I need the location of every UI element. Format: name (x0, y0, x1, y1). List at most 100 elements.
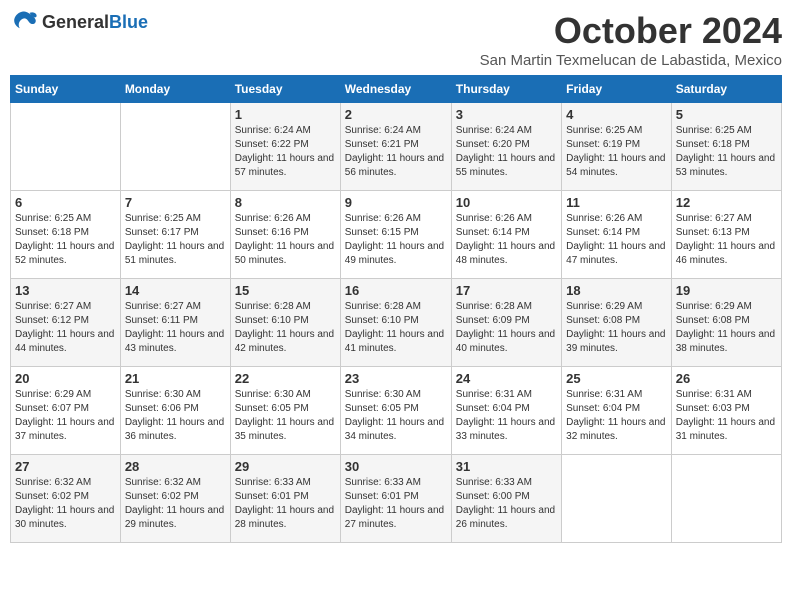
page-header: GeneralBlue October 2024 San Martin Texm… (10, 10, 782, 69)
day-info: Sunrise: 6:24 AM Sunset: 6:22 PM Dayligh… (235, 124, 336, 180)
calendar-week-row: 1 Sunrise: 6:24 AM Sunset: 6:22 PM Daylig… (11, 103, 782, 191)
day-info: Sunrise: 6:31 AM Sunset: 6:04 PM Dayligh… (566, 388, 667, 444)
day-info: Sunrise: 6:25 AM Sunset: 6:18 PM Dayligh… (15, 212, 116, 268)
calendar-cell: 26 Sunrise: 6:31 AM Sunset: 6:03 PM Dayli… (671, 367, 781, 455)
logo-general-text: General (42, 12, 109, 32)
day-info: Sunrise: 6:26 AM Sunset: 6:16 PM Dayligh… (235, 212, 336, 268)
calendar-table: SundayMondayTuesdayWednesdayThursdayFrid… (10, 75, 782, 543)
day-info: Sunrise: 6:25 AM Sunset: 6:18 PM Dayligh… (676, 124, 777, 180)
day-of-week-header: Saturday (671, 76, 781, 103)
day-number: 11 (566, 195, 667, 210)
calendar-cell: 15 Sunrise: 6:28 AM Sunset: 6:10 PM Dayli… (230, 279, 340, 367)
day-number: 28 (125, 459, 226, 474)
calendar-cell (120, 103, 230, 191)
calendar-cell: 29Sunrise: 6:33 AM Sunset: 6:01 PM Dayli… (230, 455, 340, 543)
calendar-header-row: SundayMondayTuesdayWednesdayThursdayFrid… (11, 76, 782, 103)
day-info: Sunrise: 6:30 AM Sunset: 6:06 PM Dayligh… (125, 388, 226, 444)
day-number: 13 (15, 283, 116, 298)
day-number: 8 (235, 195, 336, 210)
logo-bird-icon (10, 10, 38, 34)
location-subtitle: San Martin Texmelucan de Labastida, Mexi… (480, 52, 782, 69)
day-number: 22 (235, 371, 336, 386)
calendar-week-row: 20Sunrise: 6:29 AM Sunset: 6:07 PM Dayli… (11, 367, 782, 455)
calendar-cell: 8 Sunrise: 6:26 AM Sunset: 6:16 PM Daylig… (230, 191, 340, 279)
day-info: Sunrise: 6:33 AM Sunset: 6:01 PM Dayligh… (235, 476, 336, 532)
day-of-week-header: Sunday (11, 76, 121, 103)
calendar-cell: 13 Sunrise: 6:27 AM Sunset: 6:12 PM Dayli… (11, 279, 121, 367)
calendar-cell: 16 Sunrise: 6:28 AM Sunset: 6:10 PM Dayli… (340, 279, 451, 367)
calendar-cell: 21 Sunrise: 6:30 AM Sunset: 6:06 PM Dayli… (120, 367, 230, 455)
calendar-cell: 22 Sunrise: 6:30 AM Sunset: 6:05 PM Dayli… (230, 367, 340, 455)
day-number: 4 (566, 107, 667, 122)
calendar-cell: 11 Sunrise: 6:26 AM Sunset: 6:14 PM Dayli… (562, 191, 672, 279)
day-of-week-header: Thursday (451, 76, 561, 103)
day-number: 3 (456, 107, 557, 122)
day-info: Sunrise: 6:29 AM Sunset: 6:08 PM Dayligh… (566, 300, 667, 356)
day-info: Sunrise: 6:29 AM Sunset: 6:07 PM Dayligh… (15, 388, 116, 444)
day-info: Sunrise: 6:24 AM Sunset: 6:20 PM Dayligh… (456, 124, 557, 180)
day-number: 19 (676, 283, 777, 298)
day-number: 2 (345, 107, 447, 122)
calendar-cell: 6Sunrise: 6:25 AM Sunset: 6:18 PM Daylig… (11, 191, 121, 279)
day-number: 10 (456, 195, 557, 210)
day-number: 26 (676, 371, 777, 386)
day-info: Sunrise: 6:28 AM Sunset: 6:10 PM Dayligh… (235, 300, 336, 356)
month-year-title: October 2024 (480, 10, 782, 52)
day-number: 7 (125, 195, 226, 210)
day-info: Sunrise: 6:26 AM Sunset: 6:15 PM Dayligh… (345, 212, 447, 268)
day-number: 5 (676, 107, 777, 122)
day-number: 18 (566, 283, 667, 298)
day-info: Sunrise: 6:28 AM Sunset: 6:10 PM Dayligh… (345, 300, 447, 356)
day-number: 23 (345, 371, 447, 386)
calendar-cell: 30Sunrise: 6:33 AM Sunset: 6:01 PM Dayli… (340, 455, 451, 543)
day-number: 12 (676, 195, 777, 210)
day-number: 14 (125, 283, 226, 298)
day-info: Sunrise: 6:32 AM Sunset: 6:02 PM Dayligh… (125, 476, 226, 532)
day-number: 25 (566, 371, 667, 386)
day-of-week-header: Monday (120, 76, 230, 103)
day-number: 21 (125, 371, 226, 386)
day-number: 16 (345, 283, 447, 298)
day-of-week-header: Tuesday (230, 76, 340, 103)
day-info: Sunrise: 6:26 AM Sunset: 6:14 PM Dayligh… (566, 212, 667, 268)
day-number: 17 (456, 283, 557, 298)
calendar-cell: 7 Sunrise: 6:25 AM Sunset: 6:17 PM Daylig… (120, 191, 230, 279)
calendar-cell: 12Sunrise: 6:27 AM Sunset: 6:13 PM Dayli… (671, 191, 781, 279)
day-info: Sunrise: 6:25 AM Sunset: 6:17 PM Dayligh… (125, 212, 226, 268)
calendar-cell: 2Sunrise: 6:24 AM Sunset: 6:21 PM Daylig… (340, 103, 451, 191)
calendar-cell: 31Sunrise: 6:33 AM Sunset: 6:00 PM Dayli… (451, 455, 561, 543)
calendar-cell (11, 103, 121, 191)
day-info: Sunrise: 6:27 AM Sunset: 6:12 PM Dayligh… (15, 300, 116, 356)
calendar-week-row: 27 Sunrise: 6:32 AM Sunset: 6:02 PM Dayli… (11, 455, 782, 543)
day-number: 24 (456, 371, 557, 386)
day-info: Sunrise: 6:25 AM Sunset: 6:19 PM Dayligh… (566, 124, 667, 180)
day-of-week-header: Wednesday (340, 76, 451, 103)
calendar-cell: 19 Sunrise: 6:29 AM Sunset: 6:08 PM Dayli… (671, 279, 781, 367)
calendar-cell: 24 Sunrise: 6:31 AM Sunset: 6:04 PM Dayli… (451, 367, 561, 455)
day-number: 27 (15, 459, 116, 474)
day-number: 9 (345, 195, 447, 210)
calendar-cell: 27 Sunrise: 6:32 AM Sunset: 6:02 PM Dayli… (11, 455, 121, 543)
calendar-cell: 5 Sunrise: 6:25 AM Sunset: 6:18 PM Daylig… (671, 103, 781, 191)
calendar-cell: 20Sunrise: 6:29 AM Sunset: 6:07 PM Dayli… (11, 367, 121, 455)
calendar-cell: 17 Sunrise: 6:28 AM Sunset: 6:09 PM Dayli… (451, 279, 561, 367)
day-info: Sunrise: 6:29 AM Sunset: 6:08 PM Dayligh… (676, 300, 777, 356)
calendar-cell: 23 Sunrise: 6:30 AM Sunset: 6:05 PM Dayli… (340, 367, 451, 455)
day-number: 1 (235, 107, 336, 122)
day-info: Sunrise: 6:31 AM Sunset: 6:04 PM Dayligh… (456, 388, 557, 444)
day-info: Sunrise: 6:33 AM Sunset: 6:00 PM Dayligh… (456, 476, 557, 532)
day-info: Sunrise: 6:28 AM Sunset: 6:09 PM Dayligh… (456, 300, 557, 356)
day-info: Sunrise: 6:27 AM Sunset: 6:11 PM Dayligh… (125, 300, 226, 356)
calendar-cell: 1 Sunrise: 6:24 AM Sunset: 6:22 PM Daylig… (230, 103, 340, 191)
calendar-week-row: 6Sunrise: 6:25 AM Sunset: 6:18 PM Daylig… (11, 191, 782, 279)
day-info: Sunrise: 6:32 AM Sunset: 6:02 PM Dayligh… (15, 476, 116, 532)
day-number: 15 (235, 283, 336, 298)
day-info: Sunrise: 6:30 AM Sunset: 6:05 PM Dayligh… (345, 388, 447, 444)
calendar-cell (671, 455, 781, 543)
day-info: Sunrise: 6:31 AM Sunset: 6:03 PM Dayligh… (676, 388, 777, 444)
day-number: 30 (345, 459, 447, 474)
calendar-cell: 28 Sunrise: 6:32 AM Sunset: 6:02 PM Dayli… (120, 455, 230, 543)
calendar-cell (562, 455, 672, 543)
day-info: Sunrise: 6:30 AM Sunset: 6:05 PM Dayligh… (235, 388, 336, 444)
calendar-cell: 25 Sunrise: 6:31 AM Sunset: 6:04 PM Dayli… (562, 367, 672, 455)
